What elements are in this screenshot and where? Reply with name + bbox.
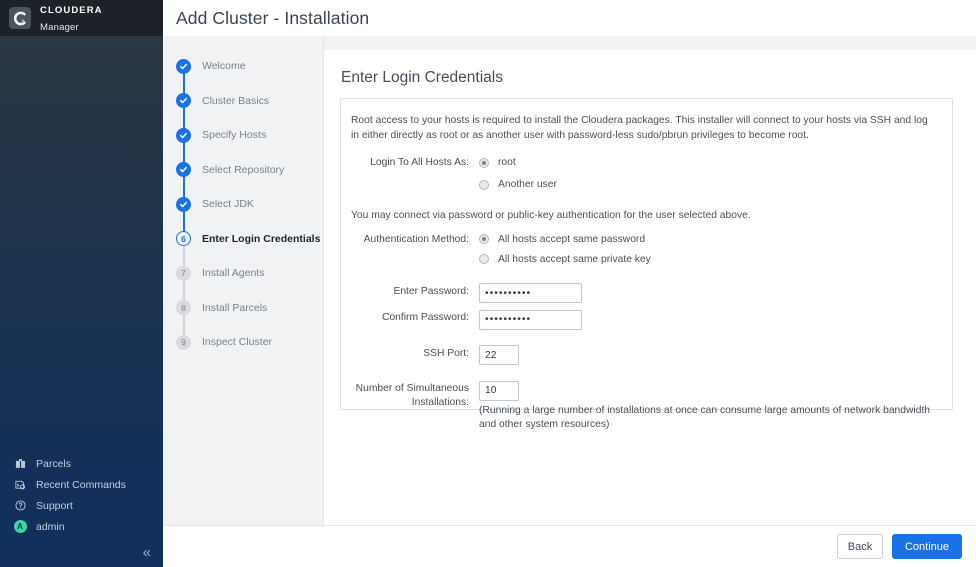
login-as-row: Login To All Hosts As: root Another user [351,154,938,193]
ssh-port-input[interactable] [479,345,519,366]
step-number-badge: 8 [176,300,191,316]
ssh-port-row: SSH Port: [351,345,938,366]
nav-item-label: Parcels [36,457,72,470]
nav-item-recent-commands[interactable]: Recent Commands [0,474,163,495]
app-window: CLOUDERA Manager Parcels Recent Commands… [0,0,976,567]
section-title: Enter Login Credentials [341,69,503,86]
step-label: Inspect Cluster [202,336,273,349]
wizard-step-select-repository[interactable]: Select Repository [163,153,323,207]
radio-icon[interactable] [479,254,489,265]
step-number-badge: 7 [176,265,191,281]
brand-header[interactable]: CLOUDERA Manager [0,0,163,36]
step-number-badge: 9 [176,334,191,350]
radio-icon[interactable] [479,157,489,168]
login-as-label: Login To All Hosts As: [370,157,469,169]
radio-auth-same-private-key[interactable]: All hosts accept same private key [479,251,938,268]
step-label: Enter Login Credentials [202,232,321,245]
wizard-step-select-jdk[interactable]: Select JDK [163,187,323,242]
step-label: Select JDK [202,198,254,211]
simultaneous-installations-row: Number of Simultaneous Installations: (R… [351,380,938,433]
simultaneous-installations-input[interactable] [479,380,519,401]
confirm-password-input[interactable] [479,309,582,330]
credentials-form-card: Root access to your hosts is required to… [340,98,953,430]
nav-item-label: admin [36,520,65,533]
step-status-check-icon [176,93,191,109]
step-label: Install Agents [202,267,265,280]
step-number-badge: 6 [176,231,191,247]
wizard-step-install-parcels[interactable]: 8 Install Parcels [163,291,323,345]
confirm-password-row: Confirm Password: [351,309,938,330]
step-label: Cluster Basics [202,94,270,107]
step-label: Install Parcels [202,301,268,314]
auth-method-label: Authentication Method: [363,233,469,245]
radio-label: Another user [498,179,557,191]
left-navigation: CLOUDERA Manager Parcels Recent Commands… [0,0,163,567]
wizard-step-install-agents[interactable]: 7 Install Agents [163,256,323,311]
enter-password-row: Enter Password: [351,283,938,304]
auth-method-options: All hosts accept same password All hosts… [479,231,938,268]
login-as-options: root Another user [479,154,938,193]
ssh-port-label: SSH Port: [423,347,469,359]
step-status-check-icon [176,162,191,178]
simultaneous-installations-label: Number of Simultaneous Installations: [355,383,469,408]
user-avatar-icon: A [12,520,28,534]
brand-name: CLOUDERA [40,5,103,17]
support-question-icon [12,499,28,513]
step-label: Welcome [202,60,246,73]
wizard-step-cluster-basics[interactable]: Cluster Basics [163,84,323,138]
step-label: Specify Hosts [202,129,267,142]
nav-item-label: Recent Commands [36,478,126,491]
radio-login-as-root[interactable]: root [479,154,938,171]
continue-button[interactable]: Continue [892,534,962,559]
nav-item-parcels[interactable]: Parcels [0,453,163,474]
parcels-icon [12,457,28,471]
confirm-password-label: Confirm Password: [382,312,469,324]
step-status-check-icon [176,127,191,143]
enter-password-label: Enter Password: [393,285,469,297]
wizard-footer: Back Continue [163,525,976,567]
nav-item-label: Support [36,499,73,512]
radio-icon[interactable] [479,179,489,190]
simultaneous-installations-hint: (Running a large number of installations… [479,404,931,431]
radio-label: All hosts accept same password [498,233,646,245]
main-content: Enter Login Credentials Root access to y… [324,50,976,525]
cloudera-c-icon [9,7,31,29]
wizard-step-enter-login-credentials[interactable]: 6 Enter Login Credentials [163,222,323,276]
avatar: A [13,520,27,533]
radio-login-as-another-user[interactable]: Another user [479,176,938,193]
wizard-steps-list: Welcome Cluster Basics Specify Hosts Sel… [163,36,323,360]
radio-label: root [498,157,516,169]
page-header: Add Cluster - Installation [163,0,976,36]
nav-item-support[interactable]: Support [0,495,163,516]
wizard-step-specify-hosts[interactable]: Specify Hosts [163,118,323,173]
recent-commands-icon [12,478,28,492]
radio-icon[interactable] [479,234,489,245]
step-status-check-icon [176,196,191,212]
enter-password-input[interactable] [479,283,582,304]
wizard-step-inspect-cluster[interactable]: 9 Inspect Cluster [163,325,323,360]
radio-label: All hosts accept same private key [498,253,651,265]
back-button[interactable]: Back [837,534,883,559]
page-title: Add Cluster - Installation [176,7,370,28]
step-status-check-icon [176,58,191,74]
intro-text: Root access to your hosts is required to… [351,115,928,141]
auth-intro-text: You may connect via password or public-k… [351,210,751,222]
wizard-step-panel: Welcome Cluster Basics Specify Hosts Sel… [163,36,324,525]
left-nav-items: Parcels Recent Commands Support A admin [0,453,163,537]
radio-auth-same-password[interactable]: All hosts accept same password [479,231,938,248]
wizard-step-welcome[interactable]: Welcome [163,49,323,104]
nav-item-admin[interactable]: A admin [0,516,163,537]
auth-method-row: Authentication Method: All hosts accept … [351,231,938,268]
collapse-sidebar-button[interactable]: « [143,545,151,560]
step-label: Select Repository [202,163,285,176]
brand-subtitle: Manager [40,22,79,33]
